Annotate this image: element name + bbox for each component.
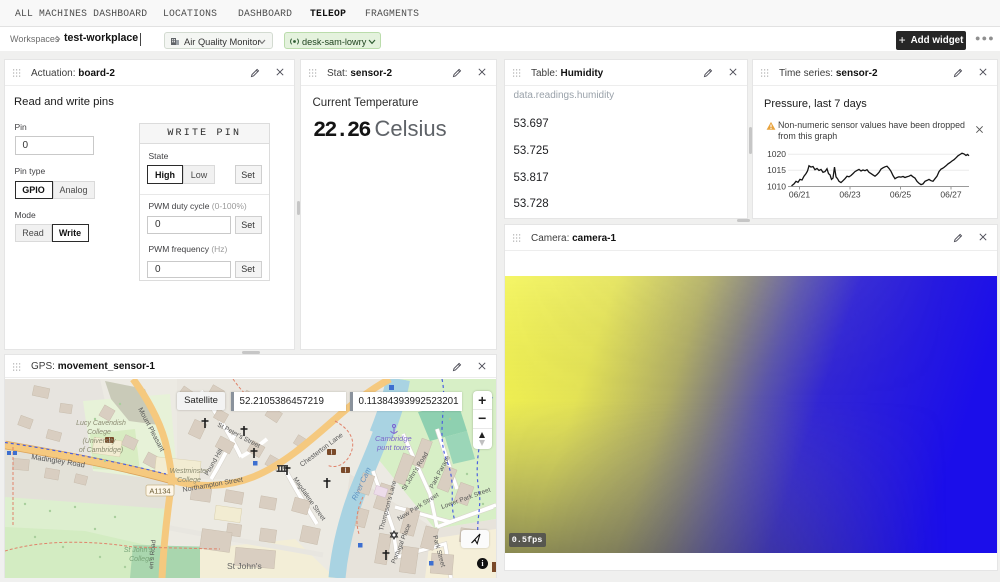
- svg-text:Westminster: Westminster: [170, 468, 209, 475]
- svg-text:St John's: St John's: [124, 547, 153, 554]
- svg-text:06/25: 06/25: [890, 190, 912, 200]
- svg-text:College: College: [129, 556, 153, 563]
- svg-text:06/23: 06/23: [839, 190, 861, 200]
- svg-text:Lucy Cavendish: Lucy Cavendish: [76, 420, 126, 427]
- svg-text:College: College: [177, 477, 201, 484]
- svg-text:1020: 1020: [767, 149, 786, 159]
- svg-text:06/21: 06/21: [789, 190, 811, 200]
- svg-text:06/27: 06/27: [940, 190, 962, 200]
- svg-text:of Cambridge): of Cambridge): [79, 447, 123, 454]
- svg-text:A1134: A1134: [149, 487, 170, 496]
- svg-text:St John's: St John's: [227, 561, 262, 571]
- svg-text:1010: 1010: [767, 181, 786, 191]
- svg-text:punt tours: punt tours: [376, 443, 411, 452]
- svg-text:Cambridge: Cambridge: [375, 434, 412, 443]
- svg-text:(University: (University: [82, 438, 116, 445]
- svg-text:College: College: [87, 429, 111, 436]
- svg-text:1015: 1015: [767, 165, 786, 175]
